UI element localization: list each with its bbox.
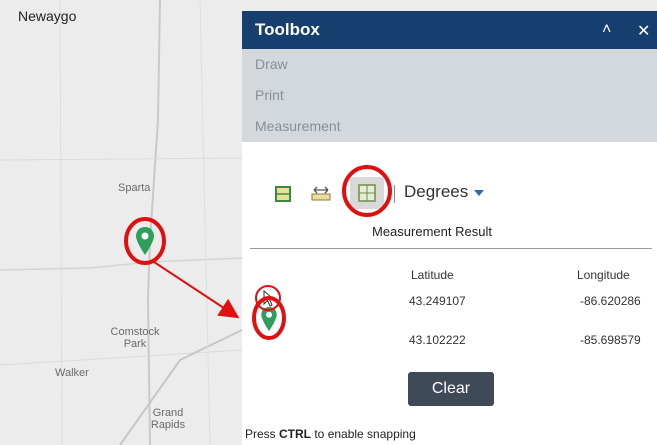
tool-measurement[interactable]: Measurement (242, 111, 657, 142)
toolbox-header: Toolbox ˄ ✕ (242, 11, 657, 49)
distance-tool-icon[interactable] (310, 183, 332, 205)
snapping-hint-key: CTRL (279, 427, 312, 441)
area-tool-icon[interactable] (272, 183, 294, 205)
measurement-toolbar: Degrees (242, 175, 657, 213)
measurement-result-title: Measurement Result (372, 224, 492, 239)
chevron-down-icon (474, 189, 485, 196)
close-icon[interactable]: ✕ (637, 21, 650, 41)
map-pin-icon (261, 307, 277, 331)
column-latitude: Latitude (411, 268, 454, 282)
table-row-1-longitude: -86.620286 (580, 294, 641, 308)
collapse-icon[interactable]: ˄ (602, 21, 611, 39)
toolbox-title: Toolbox (255, 20, 320, 39)
location-tool-icon (358, 184, 376, 202)
map-label-newaygo: Newaygo (18, 8, 77, 24)
snapping-hint-prefix: Press (245, 427, 280, 441)
table-row-2-longitude: -85.698579 (580, 333, 641, 347)
location-tool-button[interactable] (350, 177, 384, 209)
map-label-comstock-park: Comstock Park (110, 326, 160, 350)
snapping-hint-suffix: to enable snapping (311, 427, 416, 441)
table-row-2-latitude: 43.102222 (409, 333, 466, 347)
result-divider (250, 248, 652, 249)
tool-list: Draw Print Measurement (242, 49, 657, 142)
unit-select[interactable]: Degrees (404, 182, 485, 202)
clear-button[interactable]: Clear (408, 372, 494, 406)
toolbar-divider (394, 185, 395, 203)
unit-select-value: Degrees (404, 182, 469, 201)
map-label-grand-rapids: Grand Rapids (150, 407, 186, 431)
column-longitude: Longitude (577, 268, 630, 282)
table-row-1-latitude: 43.249107 (409, 294, 466, 308)
tool-draw[interactable]: Draw (242, 49, 657, 80)
toolbox-panel: Toolbox ˄ ✕ Draw Print Measurement Degre… (242, 11, 657, 445)
tool-print[interactable]: Print (242, 80, 657, 111)
map-pin-icon[interactable] (136, 227, 154, 255)
snapping-hint: Press CTRL to enable snapping (245, 427, 416, 441)
map-label-walker: Walker (55, 367, 89, 379)
map-label-sparta: Sparta (118, 182, 151, 194)
cursor-icon (263, 290, 276, 307)
